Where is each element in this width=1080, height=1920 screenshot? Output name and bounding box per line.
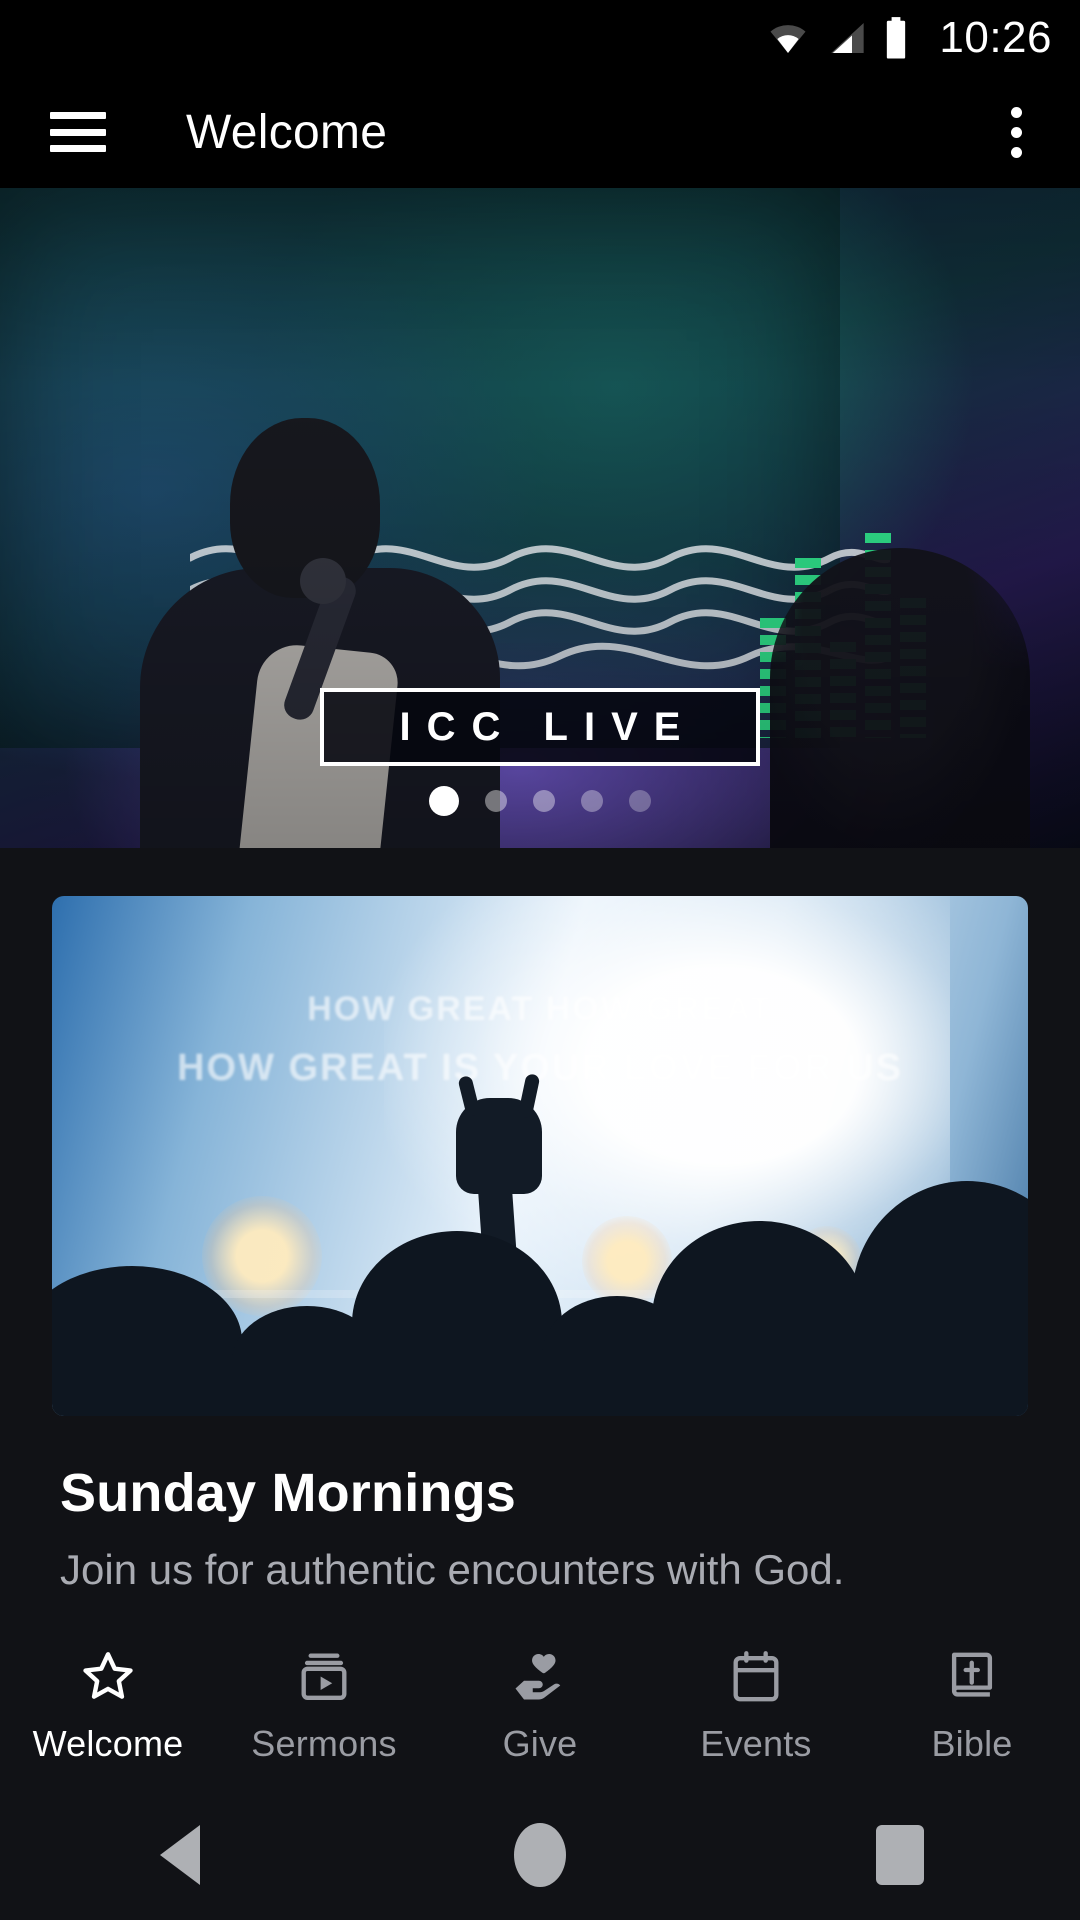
star-icon bbox=[76, 1645, 140, 1709]
recents-square-icon[interactable] bbox=[845, 1800, 955, 1910]
tab-welcome-label: Welcome bbox=[32, 1723, 184, 1764]
battery-icon bbox=[887, 17, 906, 59]
tab-welcome[interactable]: Welcome bbox=[0, 1645, 216, 1765]
carousel-dot-2[interactable] bbox=[485, 790, 507, 812]
carousel-dot-3[interactable] bbox=[533, 790, 555, 812]
lyrics-line-2: HOW GREAT IS YOUR LOVE FOR US bbox=[177, 1047, 903, 1089]
carousel-dot-1[interactable] bbox=[429, 786, 459, 816]
hand-heart-icon bbox=[508, 1645, 572, 1709]
app-screen: 10:26 Welcome ICC LIVE HOW GREAT HOW GRE… bbox=[0, 0, 1080, 1920]
tab-bible[interactable]: Bible bbox=[864, 1645, 1080, 1765]
tab-events[interactable]: Events bbox=[648, 1645, 864, 1765]
tab-events-label: Events bbox=[700, 1723, 812, 1764]
crowd-silhouette bbox=[52, 1098, 1028, 1416]
lyrics-line-1: HOW GREAT HOW GREAT bbox=[307, 990, 773, 1028]
hamburger-menu-icon[interactable] bbox=[50, 112, 106, 152]
feature-card-title: Sunday Mornings bbox=[60, 1463, 517, 1523]
tab-give[interactable]: Give bbox=[432, 1645, 648, 1765]
projected-lyrics: HOW GREAT HOW GREAT HOW GREAT IS YOUR LO… bbox=[52, 990, 1028, 1090]
icc-live-logo: ICC LIVE bbox=[320, 688, 760, 766]
status-bar-icons: 10:26 bbox=[765, 13, 1052, 63]
hero-carousel[interactable]: ICC LIVE bbox=[0, 188, 1080, 848]
app-bar: Welcome bbox=[0, 76, 1080, 188]
main-content: HOW GREAT HOW GREAT HOW GREAT IS YOUR LO… bbox=[0, 848, 1080, 1620]
page-title: Welcome bbox=[186, 105, 388, 159]
book-cross-icon bbox=[940, 1645, 1004, 1709]
carousel-page-dots[interactable] bbox=[0, 786, 1080, 816]
icc-live-logo-text: ICC LIVE bbox=[399, 704, 697, 749]
tab-give-label: Give bbox=[502, 1723, 578, 1764]
carousel-dot-5[interactable] bbox=[629, 790, 651, 812]
tab-sermons[interactable]: Sermons bbox=[216, 1645, 432, 1765]
status-bar: 10:26 bbox=[0, 0, 1080, 76]
status-bar-clock: 10:26 bbox=[939, 13, 1052, 62]
video-play-icon bbox=[292, 1645, 356, 1709]
cellular-signal-icon bbox=[831, 23, 865, 53]
feature-card-subtitle: Join us for authentic encounters with Go… bbox=[60, 1546, 845, 1593]
bottom-tab-bar: Welcome Sermons Give Events Bible bbox=[0, 1620, 1080, 1790]
calendar-icon bbox=[724, 1645, 788, 1709]
feature-card-image[interactable]: HOW GREAT HOW GREAT HOW GREAT IS YOUR LO… bbox=[52, 896, 1028, 1416]
tab-bible-label: Bible bbox=[931, 1723, 1013, 1764]
more-vertical-icon[interactable] bbox=[1011, 106, 1022, 158]
wifi-icon bbox=[770, 25, 806, 53]
system-navigation-bar bbox=[0, 1790, 1080, 1920]
tab-sermons-label: Sermons bbox=[251, 1723, 397, 1764]
back-triangle-icon[interactable] bbox=[125, 1800, 235, 1910]
home-circle-icon[interactable] bbox=[485, 1800, 595, 1910]
carousel-dot-4[interactable] bbox=[581, 790, 603, 812]
